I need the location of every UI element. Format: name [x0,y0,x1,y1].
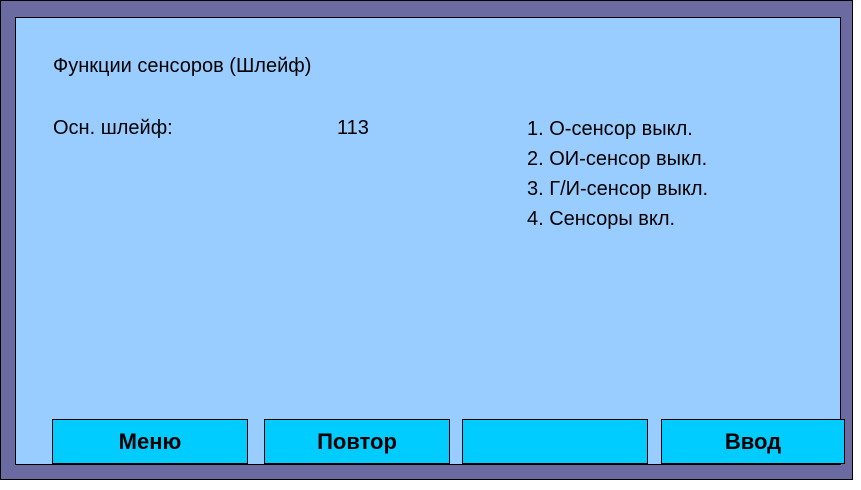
menu-button[interactable]: Меню [52,419,248,464]
screen-title: Функции сенсоров (Шлейф) [53,55,312,77]
display-screen: Функции сенсоров (Шлейф) Осн. шлейф: 113… [15,17,845,465]
enter-button[interactable]: Ввод [661,419,845,464]
sensor-options-list: 1. О-сенсор выкл. 2. ОИ-сенсор выкл. 3. … [527,117,708,237]
sensor-option-1-label: 1. О-сенсор выкл. [527,118,693,140]
sensor-option-1[interactable]: 1. О-сенсор выкл. [527,117,708,147]
main-loop-label: Осн. шлейф: [53,117,173,139]
sensor-option-4-label: 4. Сенсоры вкл. [527,208,676,230]
blank-softkey-button[interactable] [462,419,648,464]
sensor-option-2[interactable]: 2. ОИ-сенсор выкл. [527,147,708,177]
main-loop-value: 113 [337,117,369,139]
sensor-option-3-label: 3. Г/И-сенсор выкл. [527,178,709,200]
repeat-button[interactable]: Повтор [264,419,450,464]
device-bezel: Функции сенсоров (Шлейф) Осн. шлейф: 113… [0,0,853,480]
sensor-option-2-label: 2. ОИ-сенсор выкл. [527,148,708,170]
sensor-option-4[interactable]: 4. Сенсоры вкл. [527,207,708,237]
sensor-option-3[interactable]: 3. Г/И-сенсор выкл. [527,177,708,207]
